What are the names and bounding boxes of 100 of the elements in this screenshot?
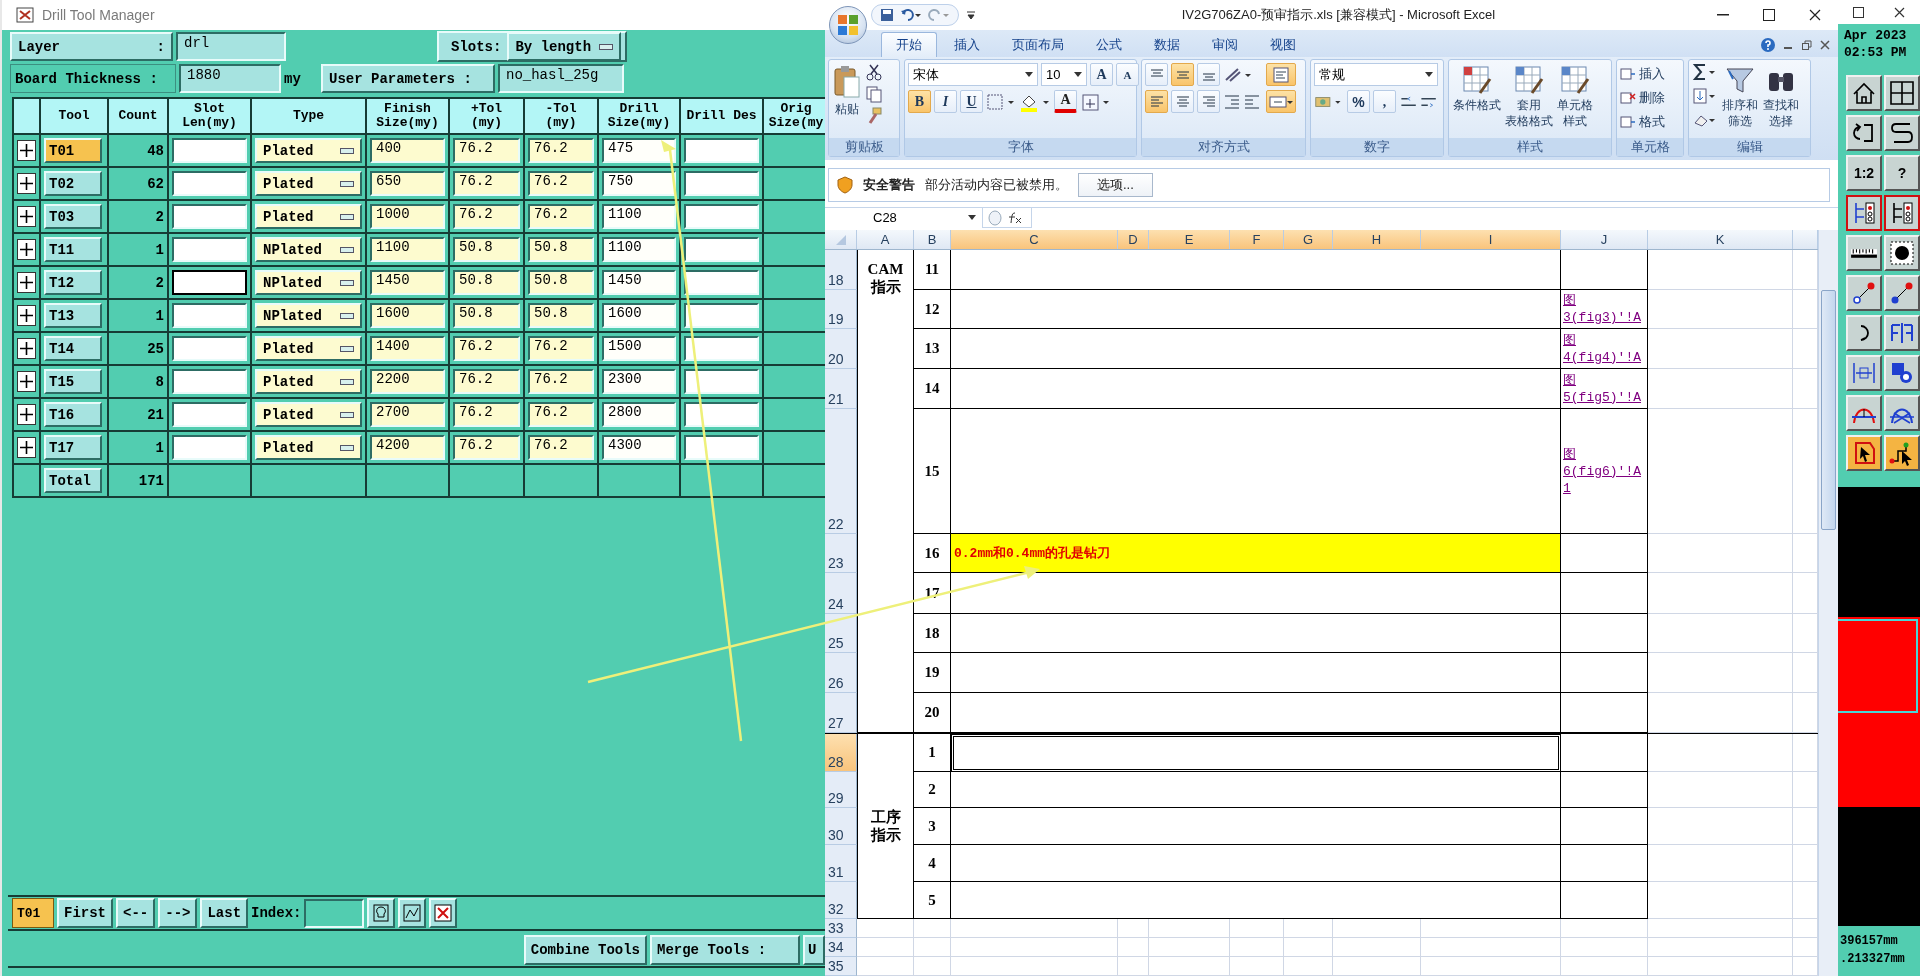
type-dropdown[interactable]: NPlated (255, 270, 362, 295)
column-header[interactable]: C (951, 230, 1118, 249)
tool-button[interactable]: T16 (44, 402, 102, 427)
column-header[interactable]: I (1421, 230, 1561, 249)
close-icon[interactable] (1894, 6, 1905, 18)
type-dropdown[interactable]: Plated (255, 435, 362, 460)
expand-button[interactable] (17, 206, 36, 227)
row-number[interactable]: 32 (825, 882, 857, 919)
tool-button[interactable]: T17 (44, 435, 102, 460)
minus-tolerance-field[interactable]: 76.2 (528, 171, 594, 196)
ribbon-tab[interactable]: 数据 (1139, 32, 1195, 57)
column-header[interactable]: J (1561, 230, 1648, 249)
minimize-icon[interactable] (1717, 14, 1729, 16)
row-number[interactable]: 24 (825, 573, 857, 614)
drill-size-field[interactable]: 475 (602, 138, 676, 163)
instruction-cell[interactable] (951, 290, 1561, 329)
edit-button[interactable]: 排序和 筛选 (1721, 63, 1759, 131)
row-number[interactable]: 19 (825, 290, 857, 329)
grow-font-button[interactable]: A (1090, 63, 1113, 86)
instruction-cell[interactable] (951, 409, 1561, 534)
sum-icon[interactable] (1692, 63, 1718, 81)
row-number[interactable]: 29 (825, 772, 857, 808)
ribbon-tab[interactable]: 开始 (881, 32, 937, 57)
expand-button[interactable] (17, 239, 36, 260)
minus-tolerance-field[interactable]: 76.2 (528, 138, 594, 163)
board-canvas[interactable] (1838, 487, 1920, 926)
instruction-cell[interactable] (951, 693, 1561, 733)
sheet-link[interactable]: 图5(fig5)'!A (1563, 371, 1643, 406)
merge-button[interactable] (1266, 90, 1296, 113)
drill-size-field[interactable]: 4300 (602, 435, 676, 460)
minus-tolerance-field[interactable]: 50.8 (528, 237, 594, 262)
instruction-cell[interactable]: 0.2mm和0.4mm的孔是钻刀 (951, 534, 1561, 573)
index-field[interactable] (304, 898, 365, 928)
formula-field[interactable] (1031, 207, 1838, 228)
plus-tolerance-field[interactable]: 50.8 (453, 270, 520, 295)
column-header[interactable]: A (857, 230, 914, 249)
ratio-button[interactable]: 1:2 (1846, 155, 1882, 191)
instruction-cell[interactable] (951, 369, 1561, 409)
minus-tolerance-field[interactable]: 50.8 (528, 303, 594, 328)
ribbon-tab[interactable]: 页面布局 (997, 32, 1079, 57)
layer-field[interactable]: drl (176, 32, 286, 61)
parameters-field[interactable]: no_hasl_25g (498, 64, 624, 93)
finish-size-field[interactable]: 2200 (370, 369, 445, 394)
shrink-font-button[interactable]: A (1116, 63, 1139, 86)
type-dropdown[interactable]: Plated (255, 138, 362, 163)
maximize-icon[interactable] (1853, 6, 1864, 18)
ribbon-tab[interactable]: 插入 (939, 32, 995, 57)
customize-icon[interactable] (965, 9, 977, 21)
copy-icon[interactable] (865, 85, 883, 103)
help-button[interactable]: ? (1884, 155, 1920, 191)
name-box[interactable]: C28 (825, 207, 983, 228)
row-number[interactable]: 23 (825, 534, 857, 573)
row-number[interactable]: 33 (825, 919, 857, 938)
finish-size-field[interactable]: 1000 (370, 204, 445, 229)
tool-button[interactable]: T01 (44, 138, 102, 163)
ribbon-tab[interactable]: 审阅 (1197, 32, 1253, 57)
finish-size-field[interactable]: 1400 (370, 336, 445, 361)
horizontal-align-button[interactable] (1197, 90, 1220, 113)
minus-tolerance-field[interactable]: 76.2 (528, 435, 594, 460)
tool-button[interactable]: T12 (44, 270, 102, 295)
row-number[interactable]: 28 (825, 734, 857, 772)
finish-size-field[interactable]: 2700 (370, 402, 445, 427)
navigation-button[interactable]: Last (200, 898, 249, 928)
maximize-icon[interactable] (1763, 9, 1775, 21)
drill-size-field[interactable]: 2800 (602, 402, 676, 427)
vertical-align-button[interactable] (1197, 63, 1220, 86)
horizontal-align-button[interactable] (1145, 90, 1168, 113)
instruction-cell[interactable] (951, 250, 1561, 290)
navigation-button[interactable]: --> (158, 898, 198, 928)
format-button[interactable]: B (908, 90, 931, 113)
minus-tolerance-field[interactable]: 76.2 (528, 402, 594, 427)
ribbon-tab[interactable]: 公式 (1081, 32, 1137, 57)
type-dropdown[interactable]: NPlated (255, 303, 362, 328)
number-format-select[interactable]: 常规 (1314, 63, 1438, 86)
format-button[interactable]: U (960, 90, 983, 113)
instruction-cell[interactable] (951, 614, 1561, 653)
save-icon[interactable] (880, 8, 894, 22)
expand-button[interactable] (17, 437, 36, 458)
tool-button[interactable]: T03 (44, 204, 102, 229)
expand-button[interactable] (17, 272, 36, 293)
type-dropdown[interactable]: Plated (255, 204, 362, 229)
type-dropdown[interactable]: Plated (255, 369, 362, 394)
total-button[interactable]: Total (44, 468, 102, 493)
drill-size-field[interactable]: 1100 (602, 204, 676, 229)
combine-tools-button[interactable]: Combine Tools (523, 935, 647, 965)
row-number[interactable]: 20 (825, 329, 857, 369)
cells-button[interactable]: 格式 (1620, 111, 1665, 133)
cells-button[interactable]: 插入 (1620, 63, 1665, 85)
plus-tolerance-field[interactable]: 76.2 (453, 204, 520, 229)
drill-size-field[interactable]: 1500 (602, 336, 676, 361)
finish-size-field[interactable]: 1600 (370, 303, 445, 328)
drill-size-field[interactable]: 1600 (602, 303, 676, 328)
style-button[interactable]: 条件格式 (1452, 63, 1502, 115)
expand-button[interactable] (17, 338, 36, 359)
instruction-cell[interactable] (951, 808, 1561, 845)
expand-button[interactable] (17, 404, 36, 425)
instruction-cell[interactable] (951, 772, 1561, 808)
expand-button[interactable] (17, 305, 36, 326)
undo-icon[interactable] (900, 8, 922, 22)
partial-button[interactable]: U (803, 935, 825, 965)
